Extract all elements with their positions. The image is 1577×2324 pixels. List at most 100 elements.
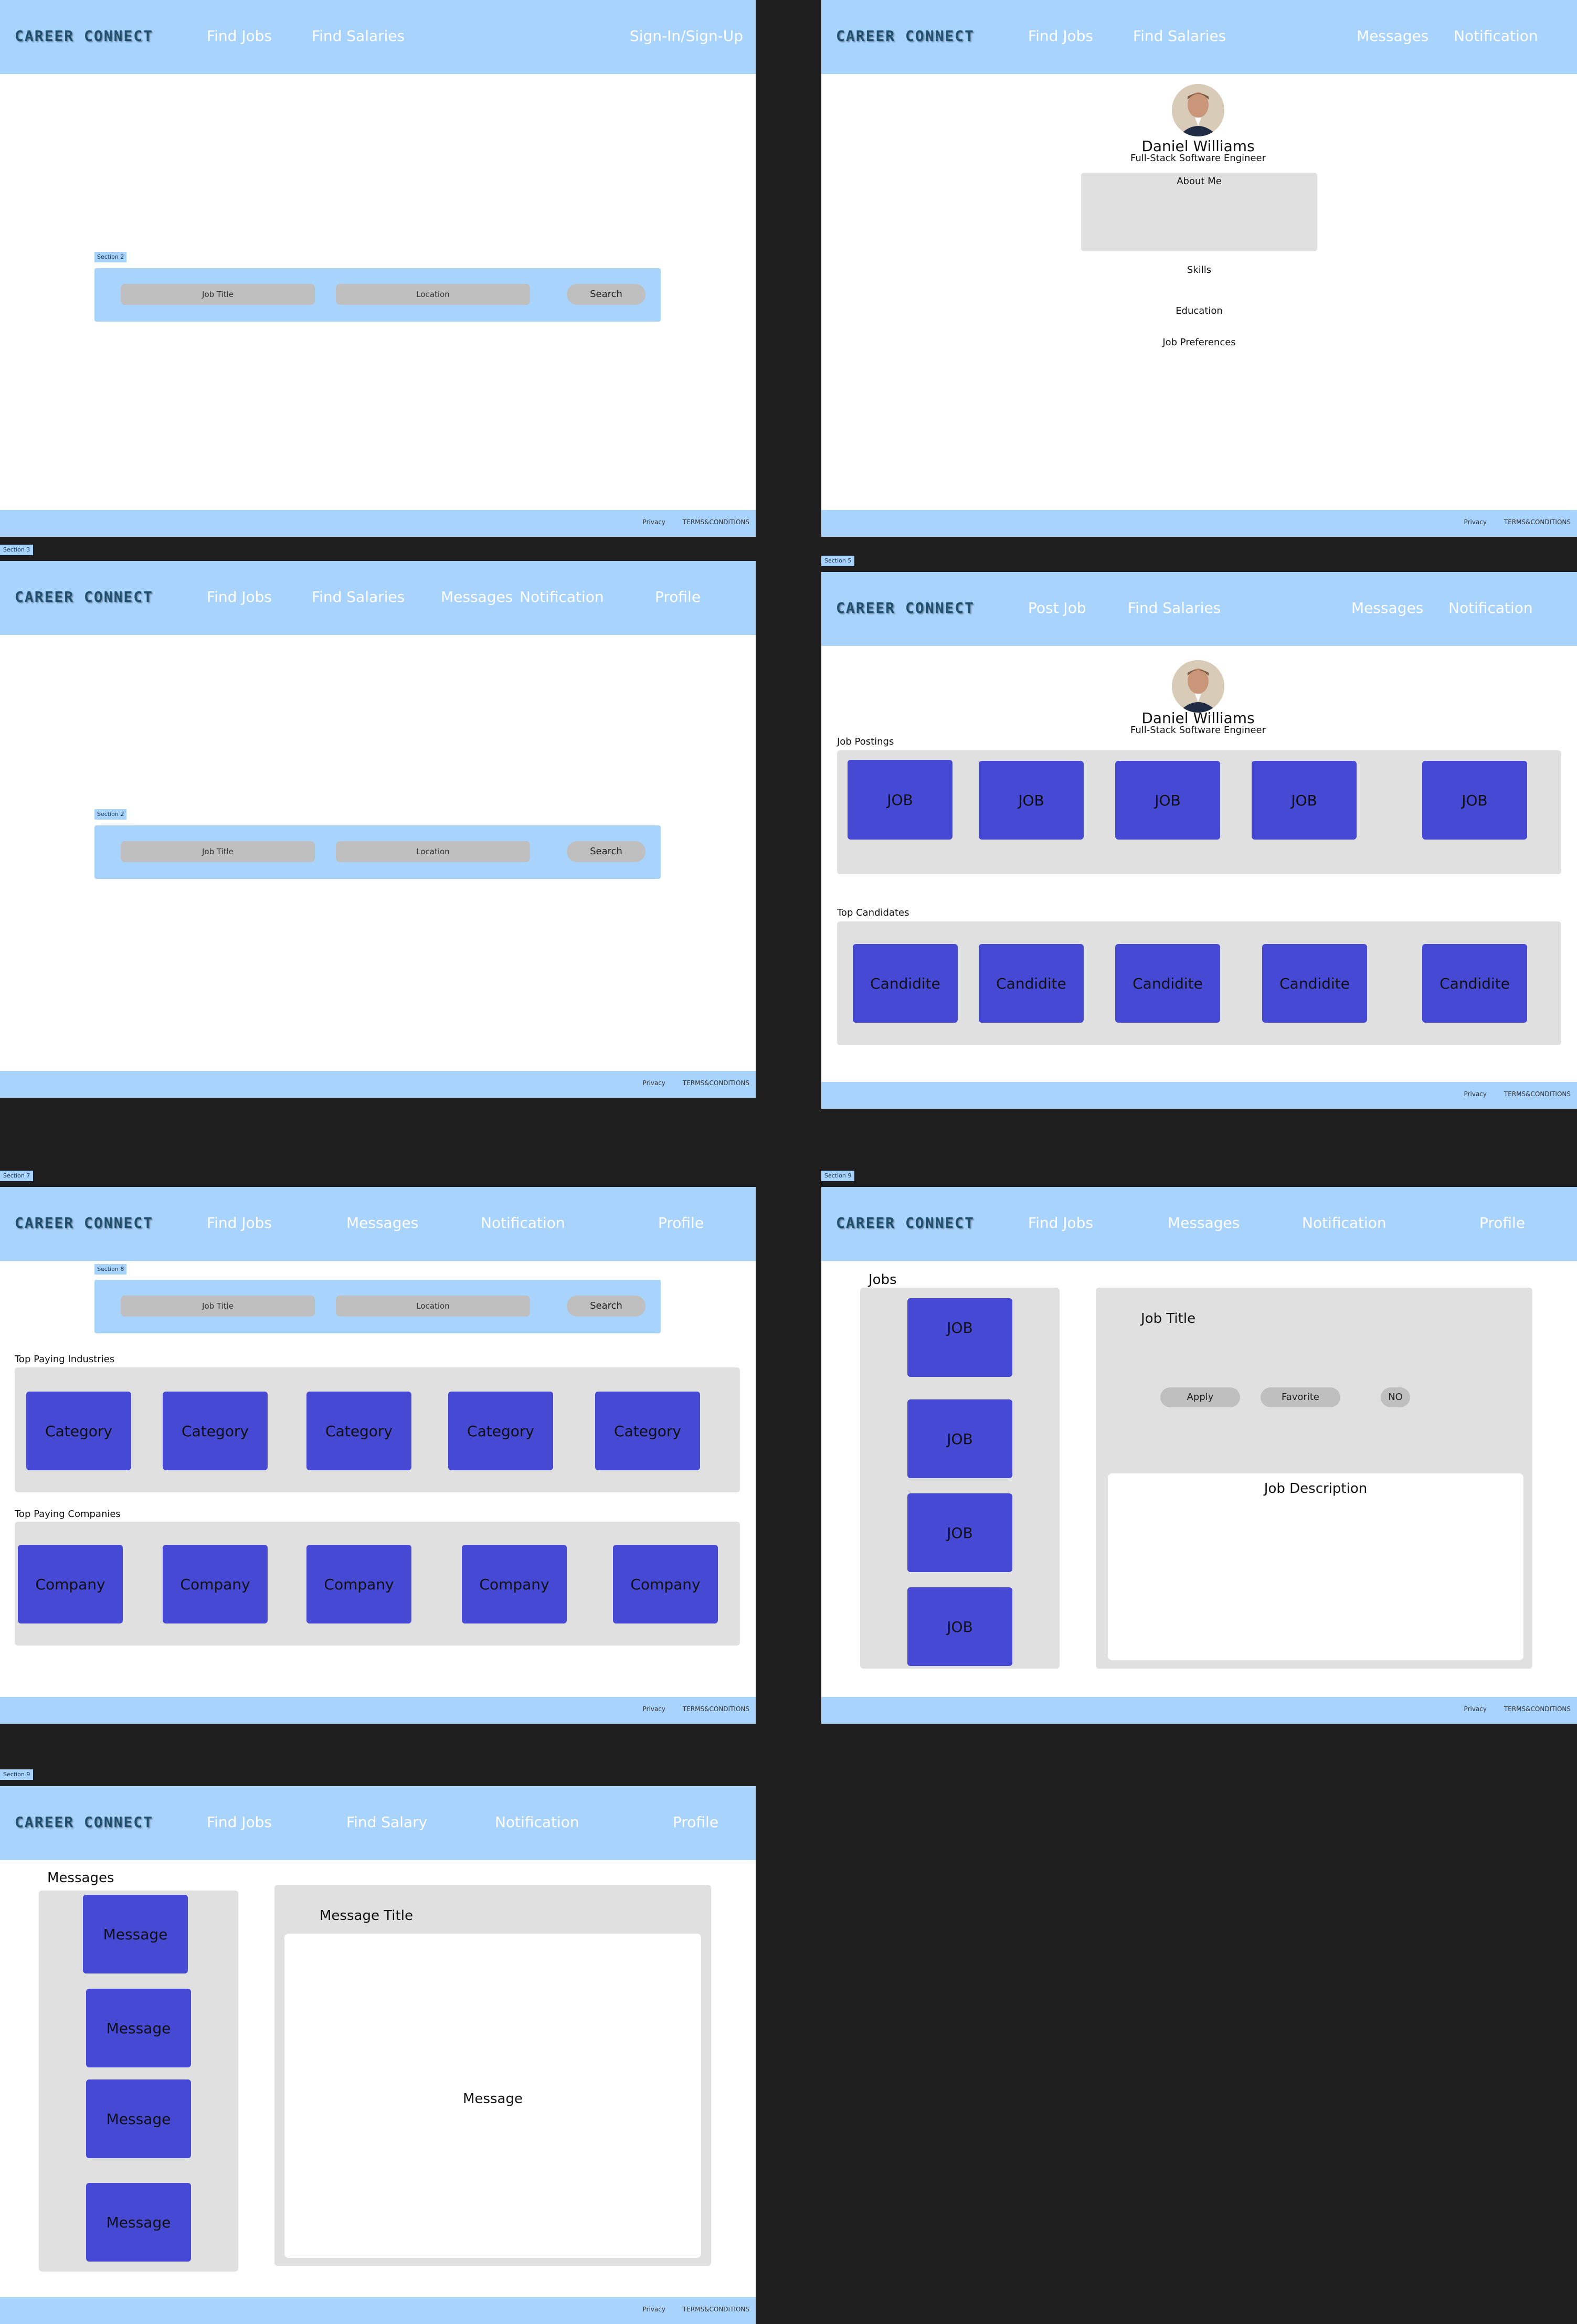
terms-link[interactable]: TERMS&CONDITIONS [1504, 1705, 1571, 1713]
footer: Privacy TERMS&CONDITIONS [821, 510, 1577, 537]
candidate-card[interactable]: Candidite [1115, 944, 1220, 1023]
privacy-link[interactable]: Privacy [1464, 1090, 1487, 1098]
candidate-card[interactable]: Candidite [979, 944, 1084, 1023]
job-postings-panel: JOB JOB JOB JOB JOB [837, 750, 1561, 874]
company-card[interactable]: Company [306, 1545, 411, 1623]
logo[interactable]: CAREER CONNECT [15, 1813, 153, 1831]
nav-find-jobs[interactable]: Find Jobs [1028, 1214, 1093, 1232]
company-card[interactable]: Company [462, 1545, 567, 1623]
category-card[interactable]: Category [448, 1392, 553, 1470]
terms-link[interactable]: TERMS&CONDITIONS [683, 1705, 749, 1713]
favorite-button[interactable]: Favorite [1261, 1387, 1340, 1407]
privacy-link[interactable]: Privacy [1464, 518, 1487, 526]
no-button[interactable]: NO [1381, 1387, 1410, 1407]
logo[interactable]: CAREER CONNECT [15, 1214, 153, 1232]
apply-button[interactable]: Apply [1160, 1387, 1240, 1407]
candidate-card[interactable]: Candidite [853, 944, 958, 1023]
header: CAREER CONNECT Find Jobs Find Salaries S… [0, 0, 756, 74]
nav-find-salaries[interactable]: Find Salaries [312, 588, 405, 606]
job-card[interactable]: JOB [907, 1399, 1012, 1478]
person-icon [1172, 660, 1224, 713]
category-card[interactable]: Category [306, 1392, 411, 1470]
category-card[interactable]: Category [163, 1392, 268, 1470]
nav-find-salaries[interactable]: Find Salaries [312, 27, 405, 45]
nav-notification[interactable]: Notification [1448, 599, 1533, 617]
section-label: Section 8 [94, 1264, 127, 1275]
nav-profile[interactable]: Profile [658, 1214, 704, 1232]
nav-find-salaries[interactable]: Find Salaries [1133, 27, 1226, 45]
companies-title: Top Paying Companies [15, 1509, 121, 1520]
footer: Privacy TERMS&CONDITIONS [0, 2297, 756, 2324]
message-card[interactable]: Message [86, 2183, 191, 2262]
privacy-link[interactable]: Privacy [643, 1079, 665, 1087]
job-card[interactable]: JOB [907, 1587, 1012, 1666]
nav-messages[interactable]: Messages [1168, 1214, 1240, 1232]
nav-find-salary[interactable]: Find Salary [346, 1813, 427, 1831]
job-card[interactable]: JOB [907, 1298, 1012, 1377]
search-button[interactable]: Search [567, 841, 645, 862]
search-button[interactable]: Search [567, 284, 645, 305]
terms-link[interactable]: TERMS&CONDITIONS [683, 518, 749, 526]
message-body: Message [463, 2091, 523, 2107]
message-card[interactable]: Message [86, 1989, 191, 2067]
candidate-card[interactable]: Candidite [1262, 944, 1367, 1023]
job-card[interactable]: JOB [979, 761, 1084, 840]
search-button[interactable]: Search [567, 1296, 645, 1317]
privacy-link[interactable]: Privacy [643, 2306, 665, 2313]
category-card[interactable]: Category [26, 1392, 131, 1470]
logo[interactable]: CAREER CONNECT [15, 588, 153, 606]
candidate-card[interactable]: Candidite [1422, 944, 1527, 1023]
nav-notification[interactable]: Notification [1302, 1214, 1387, 1232]
nav-profile[interactable]: Profile [655, 588, 701, 606]
terms-link[interactable]: TERMS&CONDITIONS [1504, 518, 1571, 526]
nav-notification[interactable]: Notification [1454, 27, 1538, 45]
job-title-input[interactable]: Job Title [121, 284, 315, 305]
nav-profile[interactable]: Profile [1479, 1214, 1525, 1232]
nav-notification[interactable]: Notification [495, 1813, 579, 1831]
category-card[interactable]: Category [595, 1392, 700, 1470]
job-title-input[interactable]: Job Title [121, 841, 315, 862]
nav-post-job[interactable]: Post Job [1028, 599, 1086, 617]
nav-find-jobs[interactable]: Find Jobs [207, 1214, 272, 1232]
nav-find-jobs[interactable]: Find Jobs [207, 1813, 272, 1831]
nav-profile[interactable]: Profile [673, 1813, 718, 1831]
nav-notification[interactable]: Notification [481, 1214, 565, 1232]
company-card[interactable]: Company [163, 1545, 268, 1623]
company-card[interactable]: Company [18, 1545, 123, 1623]
location-input[interactable]: Location [336, 1296, 530, 1317]
logo[interactable]: CAREER CONNECT [836, 1214, 975, 1232]
terms-link[interactable]: TERMS&CONDITIONS [683, 1079, 749, 1087]
nav-sign-in[interactable]: Sign-In/Sign-Up [630, 27, 743, 45]
nav-messages[interactable]: Messages [1357, 27, 1428, 45]
search-bar: Job Title Location Search [94, 825, 661, 879]
frame-label: Section 5 [821, 556, 855, 566]
job-detail-panel: Job Title Apply Favorite NO Job Descript… [1096, 1288, 1532, 1669]
nav-messages[interactable]: Messages [346, 1214, 418, 1232]
job-title-input[interactable]: Job Title [121, 1296, 315, 1317]
nav-messages[interactable]: Messages [441, 588, 513, 606]
nav-messages[interactable]: Messages [1351, 599, 1423, 617]
nav-find-jobs[interactable]: Find Jobs [1028, 27, 1093, 45]
message-card[interactable]: Message [86, 2079, 191, 2158]
logo[interactable]: CAREER CONNECT [836, 599, 975, 617]
terms-link[interactable]: TERMS&CONDITIONS [683, 2306, 749, 2313]
location-input[interactable]: Location [336, 841, 530, 862]
company-card[interactable]: Company [613, 1545, 718, 1623]
job-card[interactable]: JOB [1422, 761, 1527, 840]
privacy-link[interactable]: Privacy [643, 1705, 665, 1713]
message-card[interactable]: Message [83, 1895, 188, 1973]
nav-find-salaries[interactable]: Find Salaries [1128, 599, 1221, 617]
job-card[interactable]: JOB [848, 760, 952, 840]
logo[interactable]: CAREER CONNECT [836, 27, 975, 45]
nav-find-jobs[interactable]: Find Jobs [207, 27, 272, 45]
privacy-link[interactable]: Privacy [1464, 1705, 1487, 1713]
location-input[interactable]: Location [336, 284, 530, 305]
job-card[interactable]: JOB [1115, 761, 1220, 840]
logo[interactable]: CAREER CONNECT [15, 27, 153, 45]
nav-notification[interactable]: Notification [520, 588, 604, 606]
job-card[interactable]: JOB [907, 1493, 1012, 1572]
job-card[interactable]: JOB [1252, 761, 1357, 840]
terms-link[interactable]: TERMS&CONDITIONS [1504, 1090, 1571, 1098]
privacy-link[interactable]: Privacy [643, 518, 665, 526]
nav-find-jobs[interactable]: Find Jobs [207, 588, 272, 606]
